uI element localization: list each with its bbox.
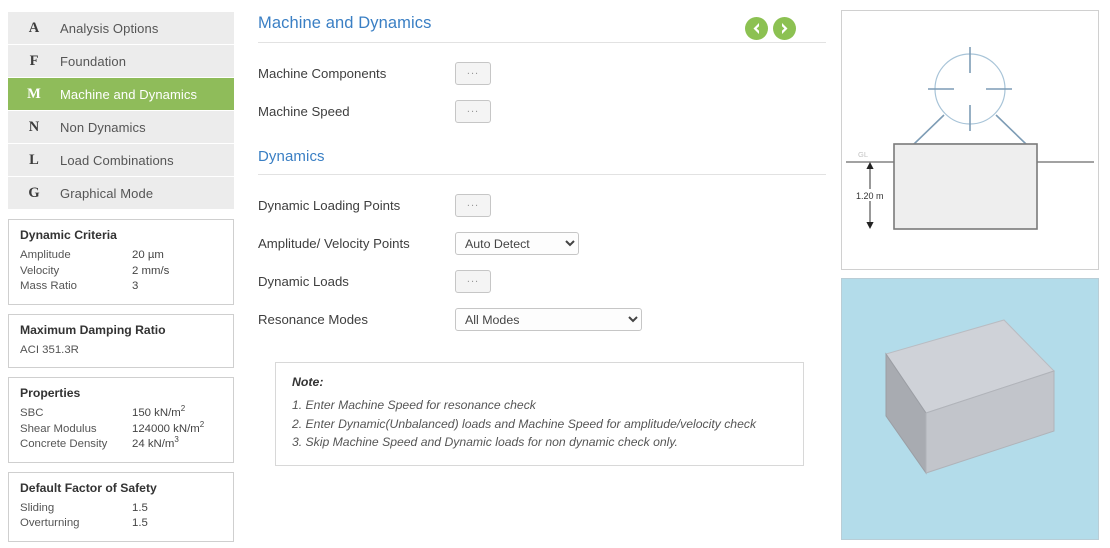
info-value: 2 mm/s xyxy=(132,264,170,277)
field-machine-components: Machine Components ... xyxy=(258,55,826,92)
machine-speed-ellipsis-button[interactable]: ... xyxy=(455,100,491,123)
sidebar-item-non-dynamics[interactable]: N Non Dynamics xyxy=(8,111,234,144)
field-label: Resonance Modes xyxy=(258,312,368,327)
info-value: 1.5 xyxy=(132,517,148,529)
sidebar-item-key: N xyxy=(28,118,40,135)
main-content: Machine and Dynamics Machine Components … xyxy=(258,14,826,466)
info-key: Sliding xyxy=(20,501,55,514)
card-title: Dynamic Criteria xyxy=(20,228,117,242)
page-nav-arrows xyxy=(745,17,796,40)
info-key: Overturning xyxy=(20,517,80,529)
field-label: Dynamic Loads xyxy=(258,274,349,289)
sidebar-item-key: L xyxy=(29,151,39,168)
sidebar-item-label: Non Dynamics xyxy=(60,119,146,135)
machine-support-right xyxy=(995,114,1027,145)
sidebar-item-label: Machine and Dynamics xyxy=(60,86,198,102)
arrow-right-icon xyxy=(782,23,788,34)
field-amplitude-velocity-points: Amplitude/ Velocity Points Auto Detect xyxy=(258,225,826,262)
application-window: A Analysis Options F Foundation M Machin… xyxy=(0,0,1110,548)
info-key: Concrete Density xyxy=(20,438,108,450)
sidebar-nav-list: A Analysis Options F Foundation M Machin… xyxy=(8,12,234,210)
foundation-3d-view-panel[interactable] xyxy=(841,278,1099,540)
field-label: Amplitude/ Velocity Points xyxy=(258,236,410,251)
note-line: 2. Enter Dynamic(Unbalanced) loads and M… xyxy=(292,416,757,431)
sidebar-item-label: Foundation xyxy=(60,53,127,69)
sidebar-item-graphical-mode[interactable]: G Graphical Mode xyxy=(8,177,234,210)
dynamics-section-title: Dynamics xyxy=(258,148,325,165)
field-label: Machine Speed xyxy=(258,104,350,119)
dynamic-loads-ellipsis-button[interactable]: ... xyxy=(455,270,491,293)
info-value: 20 µm xyxy=(132,249,164,261)
info-key: SBC xyxy=(20,407,44,419)
info-row: Amplitude 20 µm xyxy=(20,248,222,264)
page-title: Machine and Dynamics xyxy=(258,14,432,32)
dynamics-section-header: Dynamics xyxy=(258,148,826,175)
sidebar-item-load-combinations[interactable]: L Load Combinations xyxy=(8,144,234,177)
info-row: Velocity 2 mm/s xyxy=(20,264,222,280)
note-box: Note: 1. Enter Machine Speed for resonan… xyxy=(275,362,804,466)
sidebar: A Analysis Options F Foundation M Machin… xyxy=(8,12,234,542)
info-row: Concrete Density 24 kN/m3 xyxy=(20,435,222,453)
note-line: 1. Enter Machine Speed for resonance che… xyxy=(292,398,536,412)
info-key: Mass Ratio xyxy=(20,280,77,292)
info-row: Overturning 1.5 xyxy=(20,516,222,532)
info-value: 3 xyxy=(132,280,139,292)
arrow-left-icon xyxy=(753,23,759,34)
info-value: 150 kN/m2 xyxy=(132,404,186,419)
field-label: Machine Components xyxy=(258,66,387,81)
field-label: Dynamic Loading Points xyxy=(258,198,401,213)
info-value: 1.5 xyxy=(132,501,148,514)
machine-components-ellipsis-button[interactable]: ... xyxy=(455,62,491,85)
field-machine-speed: Machine Speed ... xyxy=(258,93,826,130)
foundation-3d-view xyxy=(842,279,1098,539)
sidebar-item-key: G xyxy=(28,184,40,201)
card-maximum-damping-ratio: Maximum Damping Ratio ACI 351.3R xyxy=(8,313,234,368)
info-key: Shear Modulus xyxy=(20,422,97,435)
sidebar-item-machine-and-dynamics[interactable]: M Machine and Dynamics xyxy=(8,78,234,111)
field-dynamic-loads: Dynamic Loads ... xyxy=(258,263,826,300)
page-header: Machine and Dynamics xyxy=(258,14,826,43)
info-row: SBC 150 kN/m2 xyxy=(20,404,222,422)
foundation-block xyxy=(893,143,1038,230)
card-default-factor-of-safety: Default Factor of Safety Sliding 1.5 Ove… xyxy=(8,471,234,542)
sidebar-item-label: Load Combinations xyxy=(60,152,174,168)
field-dynamic-loading-points: Dynamic Loading Points ... xyxy=(258,187,826,224)
sidebar-item-key: F xyxy=(29,52,39,69)
info-value: 24 kN/m3 xyxy=(132,435,179,450)
info-row: Shear Modulus 124000 kN/m2 xyxy=(20,419,222,438)
card-properties: Properties SBC 150 kN/m2 Shear Modulus 1… xyxy=(8,377,234,463)
dimension-arrow-down xyxy=(866,222,874,229)
sidebar-item-key: M xyxy=(27,85,41,102)
info-key: Velocity xyxy=(20,264,60,277)
dynamic-loading-points-ellipsis-button[interactable]: ... xyxy=(455,194,491,217)
amplitude-velocity-points-select[interactable]: Auto Detect xyxy=(455,232,579,255)
sidebar-item-key: A xyxy=(28,19,40,36)
sidebar-item-analysis-options[interactable]: A Analysis Options xyxy=(8,12,234,45)
info-row: Sliding 1.5 xyxy=(20,501,222,517)
next-page-button[interactable] xyxy=(773,17,796,40)
machine-support-left xyxy=(913,114,945,145)
foundation-elevation-diagram: GL 1.20 m xyxy=(846,47,1094,230)
info-value: 124000 kN/m2 xyxy=(132,419,205,435)
card-title: Properties xyxy=(20,386,81,400)
field-resonance-modes: Resonance Modes All Modes xyxy=(258,301,826,338)
dimension-arrow-up xyxy=(866,162,874,169)
depth-dimension-label: 1.20 m xyxy=(856,191,884,201)
note-line: 3. Skip Machine Speed and Dynamic loads … xyxy=(292,435,678,449)
card-title: Maximum Damping Ratio xyxy=(20,322,166,337)
note-title: Note: xyxy=(292,375,324,389)
info-key: Amplitude xyxy=(20,249,71,261)
info-row: Mass Ratio 3 xyxy=(20,279,222,295)
sidebar-item-label: Graphical Mode xyxy=(60,185,154,201)
card-title: Default Factor of Safety xyxy=(20,480,157,495)
sidebar-item-label: Analysis Options xyxy=(60,20,159,36)
foundation-elevation-diagram-panel[interactable]: GL 1.20 m xyxy=(841,10,1099,270)
sidebar-item-foundation[interactable]: F Foundation xyxy=(8,45,234,78)
previous-page-button[interactable] xyxy=(745,17,768,40)
ground-level-label: GL xyxy=(858,150,868,159)
card-dynamic-criteria: Dynamic Criteria Amplitude 20 µm Velocit… xyxy=(8,219,234,305)
info-value: ACI 351.3R xyxy=(20,343,79,356)
resonance-modes-select[interactable]: All Modes xyxy=(455,308,642,331)
